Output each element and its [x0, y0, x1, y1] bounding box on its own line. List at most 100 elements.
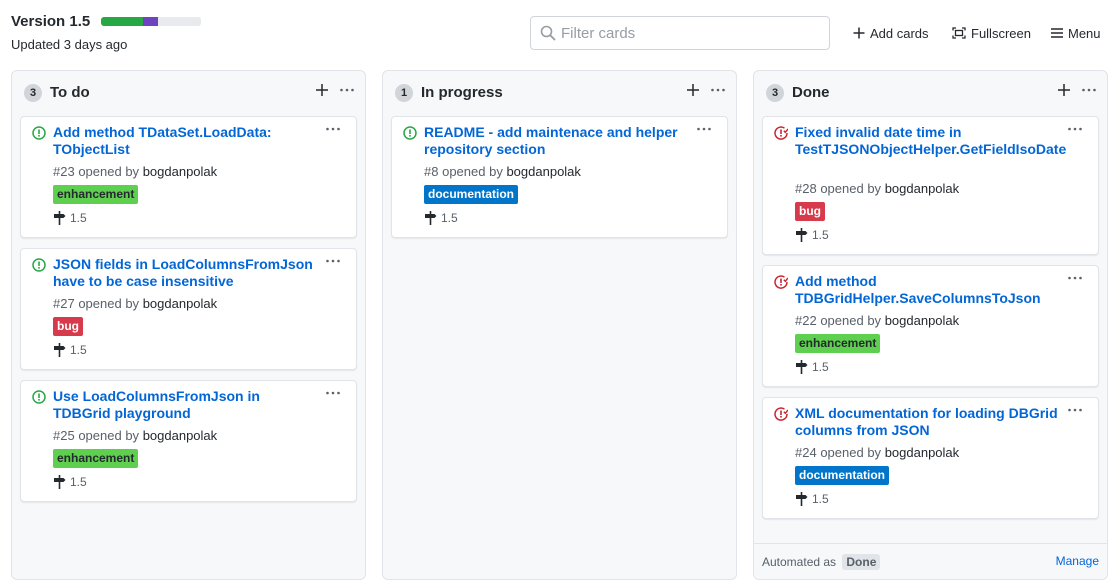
column-more-icon[interactable] — [339, 83, 355, 97]
issue-opened-icon — [32, 390, 46, 404]
milestone-label: 1.5 — [441, 211, 458, 225]
issue-card[interactable]: Fixed invalid date time in TestTJSONObje… — [762, 116, 1099, 255]
automation-text: Automated as Done — [762, 554, 881, 570]
issue-label[interactable]: enhancement — [53, 185, 139, 204]
automation-prefix: Automated as — [762, 555, 837, 569]
issue-label[interactable]: bug — [795, 202, 825, 221]
column-header: 1 In progress — [383, 71, 736, 111]
card-more-icon[interactable] — [325, 256, 341, 266]
milestone[interactable]: 1.5 — [424, 211, 458, 225]
issue-number: #27 — [53, 296, 75, 311]
card-more-icon[interactable] — [1067, 405, 1083, 415]
issue-label[interactable]: enhancement — [53, 449, 139, 468]
updated-text: Updated 3 days ago — [11, 37, 128, 52]
milestone-label: 1.5 — [70, 211, 87, 225]
card-more-icon[interactable] — [325, 388, 341, 398]
opened-by-text: opened by — [820, 181, 882, 196]
milestone-label: 1.5 — [812, 228, 829, 242]
milestone[interactable]: 1.5 — [53, 343, 87, 357]
filter-cards-input[interactable] — [561, 23, 821, 43]
issue-meta: #24 opened by bogdanpolak — [795, 445, 959, 460]
column-in-progress: 1 In progress README - add maintenace an… — [382, 70, 737, 580]
progress-segment-todo — [158, 17, 201, 26]
milestone-icon — [425, 211, 437, 225]
opened-by-text: opened by — [820, 313, 882, 328]
add-cards-label: Add cards — [870, 25, 929, 41]
column-more-icon[interactable] — [1081, 83, 1097, 97]
manage-automation-link[interactable]: Manage — [1056, 554, 1099, 568]
issue-label[interactable]: documentation — [795, 466, 889, 485]
issue-title-link[interactable]: XML documentation for loading DBGrid col… — [795, 405, 1063, 439]
card-more-icon[interactable] — [325, 124, 341, 134]
issue-title-link[interactable]: Use LoadColumnsFromJson in TDBGrid playg… — [53, 388, 321, 422]
issue-card[interactable]: JSON fields in LoadColumnsFromJson have … — [20, 248, 357, 370]
menu-button[interactable]: Menu — [1051, 24, 1101, 42]
milestone[interactable]: 1.5 — [795, 228, 829, 242]
project-progress-bar — [101, 17, 201, 26]
progress-segment-done — [101, 17, 143, 26]
issue-opened-icon — [32, 258, 46, 272]
fullscreen-label: Fullscreen — [971, 25, 1031, 41]
issue-author-link[interactable]: bogdanpolak — [143, 296, 217, 311]
add-card-icon[interactable] — [315, 83, 329, 97]
issue-closed-icon — [774, 275, 788, 289]
issue-title-link[interactable]: Fixed invalid date time in TestTJSONObje… — [795, 124, 1066, 158]
issue-author-link[interactable]: bogdanpolak — [143, 428, 217, 443]
opened-by-text: opened by — [78, 296, 140, 311]
card-count-badge: 3 — [766, 84, 784, 102]
issue-opened-icon — [403, 126, 417, 140]
issue-title-link[interactable]: JSON fields in LoadColumnsFromJson have … — [53, 256, 321, 290]
filter-cards-box[interactable] — [530, 16, 830, 50]
milestone[interactable]: 1.5 — [795, 492, 829, 506]
issue-closed-icon — [774, 407, 788, 421]
issue-number: #8 — [424, 164, 439, 179]
issue-author-link[interactable]: bogdanpolak — [885, 445, 959, 460]
milestone[interactable]: 1.5 — [53, 211, 87, 225]
issue-card[interactable]: XML documentation for loading DBGrid col… — [762, 397, 1099, 519]
milestone[interactable]: 1.5 — [795, 360, 829, 374]
issue-author-link[interactable]: bogdanpolak — [143, 164, 217, 179]
issue-title-link[interactable]: README - add maintenace and helper repos… — [424, 124, 692, 158]
add-cards-button[interactable]: Add cards — [853, 24, 929, 42]
issue-author-link[interactable]: bogdanpolak — [506, 164, 580, 179]
issue-title-link[interactable]: Add method TDataSet.LoadData: TObjectLis… — [53, 124, 321, 158]
column-more-icon[interactable] — [710, 83, 726, 97]
issue-title-link[interactable]: Add method TDBGridHelper.SaveColumnsToJs… — [795, 273, 1063, 307]
opened-by-text: opened by — [442, 164, 503, 179]
opened-by-text: opened by — [820, 445, 882, 460]
card-more-icon[interactable] — [1067, 124, 1083, 134]
issue-card[interactable]: README - add maintenace and helper repos… — [391, 116, 728, 238]
automation-badge: Done — [842, 554, 881, 570]
add-card-icon[interactable] — [686, 83, 700, 97]
issue-meta: #28 opened by bogdanpolak — [795, 181, 959, 196]
issue-number: #23 — [53, 164, 75, 179]
milestone-label: 1.5 — [70, 475, 87, 489]
milestone-label: 1.5 — [812, 360, 829, 374]
issue-card[interactable]: Add method TDataSet.LoadData: TObjectLis… — [20, 116, 357, 238]
milestone[interactable]: 1.5 — [53, 475, 87, 489]
issue-card[interactable]: Add method TDBGridHelper.SaveColumnsToJs… — [762, 265, 1099, 387]
opened-by-text: opened by — [78, 164, 140, 179]
fullscreen-button[interactable]: Fullscreen — [952, 24, 1031, 42]
card-more-icon[interactable] — [1067, 273, 1083, 283]
card-more-icon[interactable] — [696, 124, 712, 134]
issue-author-link[interactable]: bogdanpolak — [885, 181, 959, 196]
column-header: 3 To do — [12, 71, 365, 111]
issue-card[interactable]: Use LoadColumnsFromJson in TDBGrid playg… — [20, 380, 357, 502]
issue-number: #25 — [53, 428, 75, 443]
opened-by-text: opened by — [78, 428, 140, 443]
issue-author-link[interactable]: bogdanpolak — [885, 313, 959, 328]
issue-label[interactable]: enhancement — [795, 334, 881, 353]
milestone-icon — [54, 475, 66, 489]
issue-label[interactable]: bug — [53, 317, 83, 336]
column-done: 3 Done Fixed invalid date time in TestTJ… — [753, 70, 1108, 580]
issue-meta: #27 opened by bogdanpolak — [53, 296, 217, 311]
issue-number: #24 — [795, 445, 817, 460]
add-card-icon[interactable] — [1057, 83, 1071, 97]
menu-label: Menu — [1068, 25, 1101, 41]
column-title: In progress — [421, 84, 503, 101]
issue-meta: #23 opened by bogdanpolak — [53, 164, 217, 179]
column-title: To do — [50, 84, 90, 101]
project-header: Version 1.5 Updated 3 days ago Add cards… — [0, 0, 1118, 62]
issue-label[interactable]: documentation — [424, 185, 518, 204]
